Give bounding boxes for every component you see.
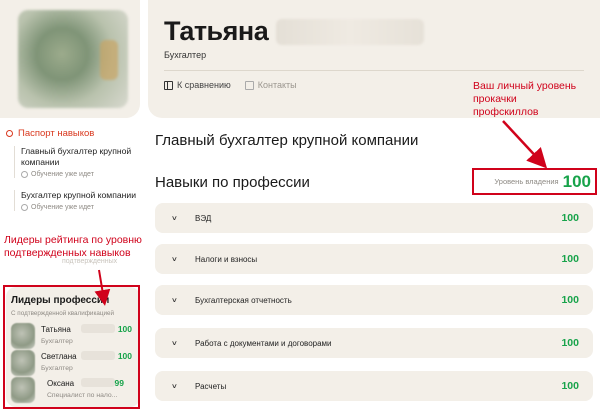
level-value: 100 [562, 171, 591, 191]
annotation-leaders: Лидеры рейтинга по уровню подтвержденных… [4, 234, 142, 259]
skill-row-taxes[interactable]: ∨ Налоги и взносы 100 [155, 244, 593, 274]
compare-button[interactable]: К сравнению [164, 80, 231, 90]
skills-heading: Навыки по профессии [155, 174, 310, 191]
avatar-card [0, 0, 140, 118]
chevron-down-icon: ∨ [171, 382, 178, 390]
skill-label: Работа с документами и договорами [195, 338, 332, 348]
level-label: Уровень владения [494, 177, 559, 186]
sidebar-item-accountant[interactable]: Бухгалтер крупной компании Обучение уже … [14, 190, 140, 211]
skill-label: Бухгалтерская отчетность [195, 295, 292, 305]
name-row: Татьяна [164, 16, 425, 47]
surname-blurred [276, 18, 425, 45]
sidebar-header-skills-passport[interactable]: Паспорт навыков [6, 128, 140, 139]
sidebar-item-chief-accountant[interactable]: Главный бухгалтер крупной компании Обуче… [14, 146, 140, 178]
annotation-leaders-frame [3, 285, 140, 409]
clock-icon [21, 204, 28, 211]
sidebar: Паспорт навыков Главный бухгалтер крупно… [0, 128, 140, 211]
avatar [18, 10, 128, 108]
skill-label: Расчеты [195, 381, 227, 391]
arrow-to-level [502, 120, 548, 169]
profile-name: Татьяна [164, 16, 269, 46]
skill-value: 100 [561, 253, 579, 265]
compare-icon [164, 80, 173, 90]
annotation-level: Ваш личный уровень прокачки профскиллов [473, 80, 577, 118]
sidebar-item-status: Обучение уже идет [21, 204, 140, 211]
chevron-down-icon: ∨ [171, 255, 178, 263]
clock-icon [21, 171, 28, 178]
sidebar-item-title: Главный бухгалтер крупной компании [21, 146, 132, 167]
skill-value: 100 [561, 212, 579, 224]
profile-position: Бухгалтер [164, 50, 207, 60]
page-title: Главный бухгалтер крупной компании [155, 132, 419, 149]
contacts-icon [244, 80, 254, 90]
sidebar-item-title: Бухгалтер крупной компании [21, 190, 136, 200]
skill-value: 100 [561, 337, 579, 349]
level-indicator: Уровень владения 100 [472, 168, 597, 195]
chevron-down-icon: ∨ [171, 339, 178, 347]
skill-row-settlements[interactable]: ∨ Расчеты 100 [155, 371, 593, 401]
contacts-label: Контакты [257, 80, 297, 90]
passport-icon [6, 130, 13, 137]
header-divider [164, 70, 584, 71]
skill-label: Налоги и взносы [195, 254, 258, 264]
skill-row-ved[interactable]: ∨ ВЭД 100 [155, 203, 593, 233]
skill-row-documents[interactable]: ∨ Работа с документами и договорами 100 [155, 328, 593, 358]
skill-row-reporting[interactable]: ∨ Бухгалтерская отчетность 100 [155, 285, 593, 315]
sidebar-header-label: Паспорт навыков [18, 128, 95, 139]
header-actions: К сравнению Контакты [164, 80, 297, 90]
contacts-button[interactable]: Контакты [244, 80, 297, 90]
sidebar-item-status-label: Обучение уже идет [31, 171, 94, 178]
chevron-down-icon: ∨ [171, 214, 178, 222]
ghost-text: подтвержденных [62, 258, 118, 265]
chevron-down-icon: ∨ [171, 296, 178, 304]
skill-value: 100 [561, 380, 579, 392]
skill-value: 100 [561, 294, 579, 306]
sidebar-item-status-label: Обучение уже идет [31, 204, 94, 211]
compare-label: К сравнению [177, 80, 231, 90]
skill-label: ВЭД [195, 213, 212, 223]
sidebar-item-status: Обучение уже идет [21, 171, 140, 178]
